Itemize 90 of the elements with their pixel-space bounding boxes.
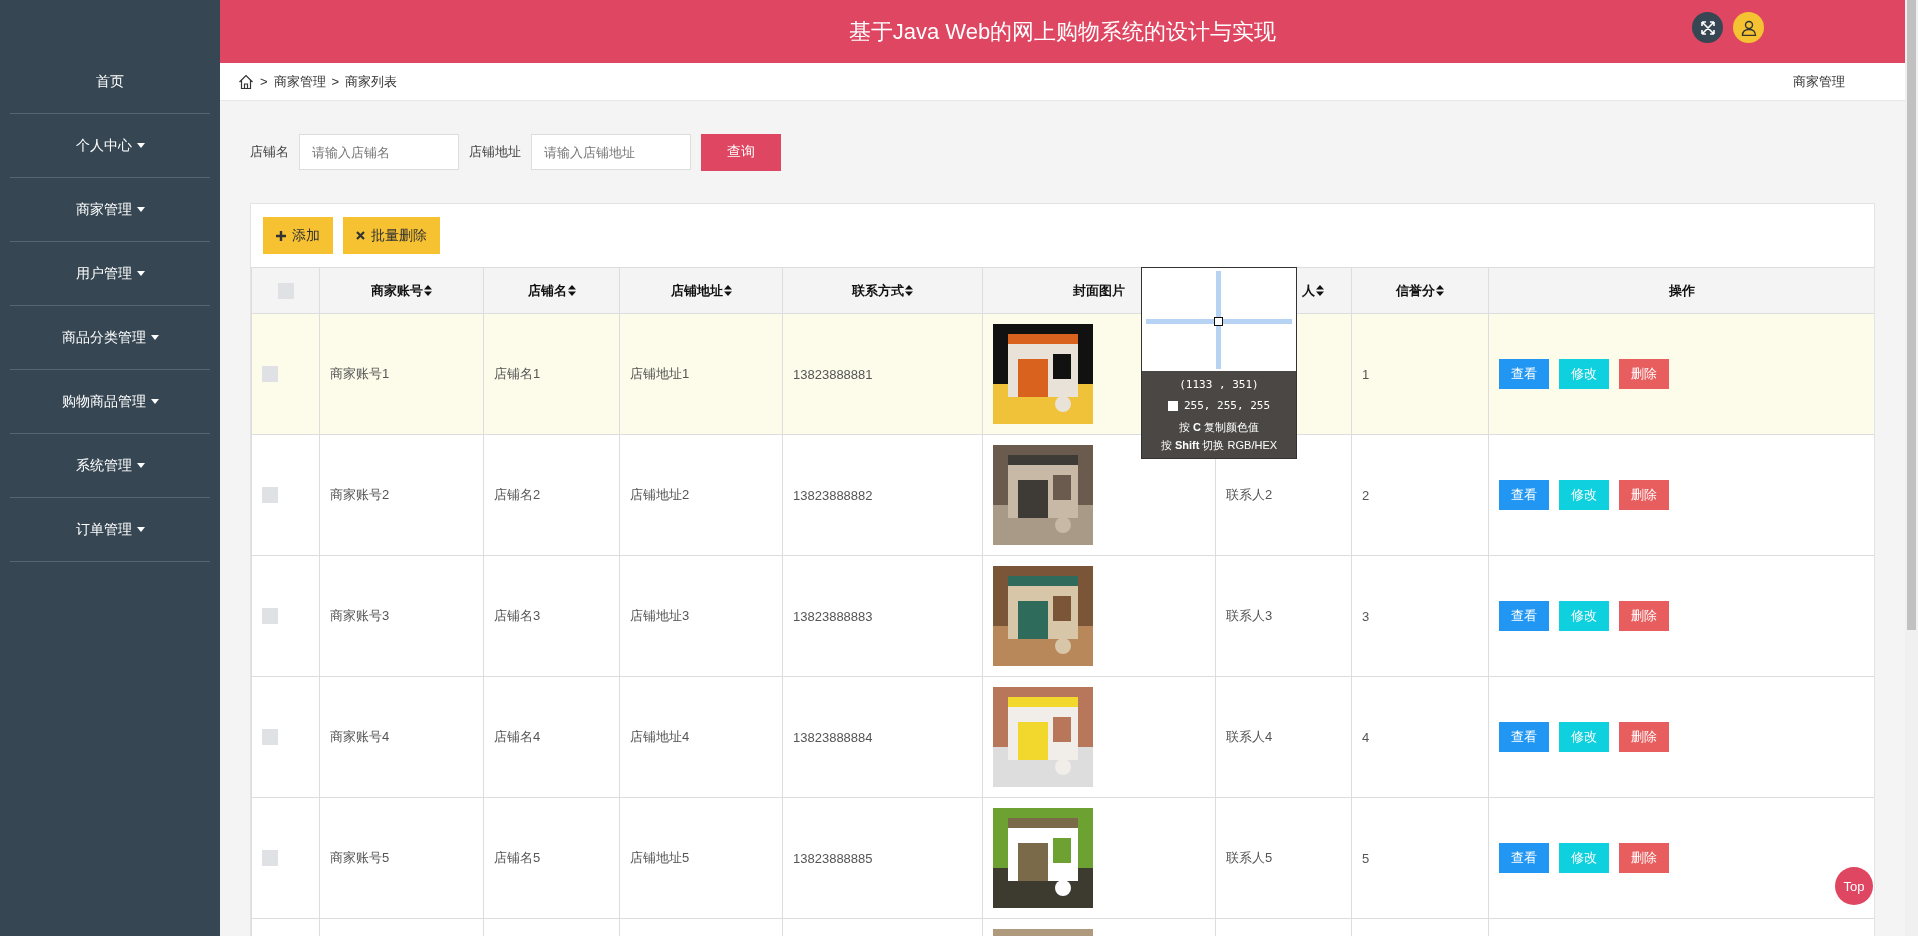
table-cell: 店铺地址4 <box>630 729 690 744</box>
column-header[interactable]: 商家账号 <box>371 281 432 300</box>
column-header[interactable]: 联系方式 <box>852 281 913 300</box>
sidebar-item[interactable]: 用户管理 <box>10 242 210 306</box>
sidebar-item[interactable]: 个人中心 <box>10 114 210 178</box>
close-icon <box>356 231 365 240</box>
sort-icon <box>1436 285 1444 296</box>
user-button[interactable] <box>1733 12 1764 43</box>
table-cell: 商家账号4 <box>330 729 390 744</box>
breadcrumb-separator: > <box>260 74 268 89</box>
breadcrumb-item[interactable]: 商家列表 <box>345 72 398 91</box>
hint-text: 按 Shift 切换 RGB/HEX <box>1159 438 1279 453</box>
column-header[interactable]: 人 <box>1301 281 1324 300</box>
table-cell: 13823888884 <box>793 729 873 745</box>
sort-icon <box>424 285 432 296</box>
table-cell: 店铺地址1 <box>630 366 690 381</box>
caret-icon <box>136 143 145 148</box>
table-cell: 店铺名5 <box>494 850 541 865</box>
table-cell: 联系人4 <box>1226 729 1273 744</box>
caret-icon <box>136 527 145 532</box>
sort-icon <box>905 285 913 296</box>
table-cell: 13823888885 <box>793 850 873 866</box>
hint-text: 按 C 复制颜色值 <box>1177 420 1261 435</box>
table-cell: 商家账号5 <box>330 850 390 865</box>
caret-icon <box>136 463 145 468</box>
sidebar-item[interactable]: 商品分类管理 <box>10 306 210 370</box>
field-label: 店铺地址 <box>469 143 521 161</box>
color-value: 255, 255, 255 <box>1183 398 1271 414</box>
row-checkbox[interactable] <box>262 366 278 383</box>
user-icon <box>1740 19 1757 36</box>
table-cell: 2 <box>1362 487 1370 503</box>
scrollbar-thumb[interactable] <box>1907 0 1916 630</box>
table-cell: 1 <box>1362 366 1370 382</box>
plus-icon <box>276 230 286 241</box>
table-cell: 3 <box>1362 608 1370 624</box>
table-cell: 联系人2 <box>1226 487 1273 502</box>
table-cell: 联系人3 <box>1226 608 1273 623</box>
search-field[interactable]: 请输入店铺名 <box>299 134 459 170</box>
table-cell: 店铺名1 <box>494 366 541 381</box>
table-cell: 5 <box>1362 850 1370 866</box>
sidebar-item[interactable]: 订单管理 <box>10 498 210 562</box>
sidebar-item[interactable]: 购物商品管理 <box>10 370 210 434</box>
table-cell: 联系人5 <box>1226 850 1273 865</box>
table-cell: 店铺名2 <box>494 487 541 502</box>
sort-icon <box>723 285 732 296</box>
table-cell: 店铺地址3 <box>630 608 690 623</box>
sidebar-item[interactable]: 商家管理 <box>10 178 210 242</box>
breadcrumb-item[interactable]: 商家管理 <box>273 72 326 91</box>
field-label: 店铺名 <box>250 143 289 161</box>
search-button[interactable]: 查询 <box>701 133 781 171</box>
table-cell: 店铺名4 <box>494 729 541 744</box>
coordinates-text: (1133 , 351) <box>1178 377 1260 393</box>
caret-icon <box>150 399 159 404</box>
column-header[interactable]: 封面图片 <box>1073 281 1125 300</box>
column-header[interactable]: 店铺名 <box>527 281 576 300</box>
row-checkbox[interactable] <box>262 487 278 504</box>
table-cell: 4 <box>1362 729 1370 745</box>
table-cell: 13823888881 <box>793 366 873 382</box>
caret-icon <box>136 207 145 212</box>
table-cell: 商家账号2 <box>330 487 390 502</box>
sidebar-item[interactable]: 首页 <box>10 50 210 114</box>
column-header[interactable]: 店铺地址 <box>670 281 732 300</box>
home-icon[interactable] <box>238 73 254 90</box>
row-checkbox[interactable] <box>262 850 278 867</box>
search-field[interactable]: 请输入店铺地址 <box>531 134 691 170</box>
table-cell: 13823888882 <box>793 487 873 503</box>
batch-delete-button[interactable]: 批量删除 <box>343 217 440 254</box>
color-swatch <box>1167 401 1178 411</box>
table-cell: 商家账号1 <box>330 366 390 381</box>
table-cell: 商家账号3 <box>330 608 390 623</box>
row-checkbox[interactable] <box>262 608 278 625</box>
table-cell: 13823888883 <box>793 608 873 624</box>
current-section-label: 商家管理 <box>1793 72 1845 91</box>
expand-icon <box>1700 20 1715 35</box>
column-header[interactable]: 操作 <box>1668 281 1695 300</box>
page-title: 基于Java Web的网上购物系统的设计与实现 <box>848 17 1277 46</box>
caret-icon <box>150 335 159 340</box>
table-cell: 店铺地址2 <box>630 487 690 502</box>
breadcrumb-separator: > <box>331 74 340 89</box>
table-cell: 店铺名3 <box>494 608 541 623</box>
fullscreen-button[interactable] <box>1692 12 1723 43</box>
sort-icon <box>567 285 576 296</box>
table-cell: 店铺地址5 <box>630 850 690 865</box>
scrollbar[interactable] <box>1905 0 1918 936</box>
sort-icon <box>1315 285 1324 296</box>
caret-icon <box>136 271 145 276</box>
row-checkbox[interactable] <box>262 729 278 746</box>
add-button[interactable]: 添加 <box>263 217 333 254</box>
column-header[interactable]: 信誉分 <box>1396 281 1444 300</box>
sidebar-item[interactable]: 系统管理 <box>10 434 210 498</box>
